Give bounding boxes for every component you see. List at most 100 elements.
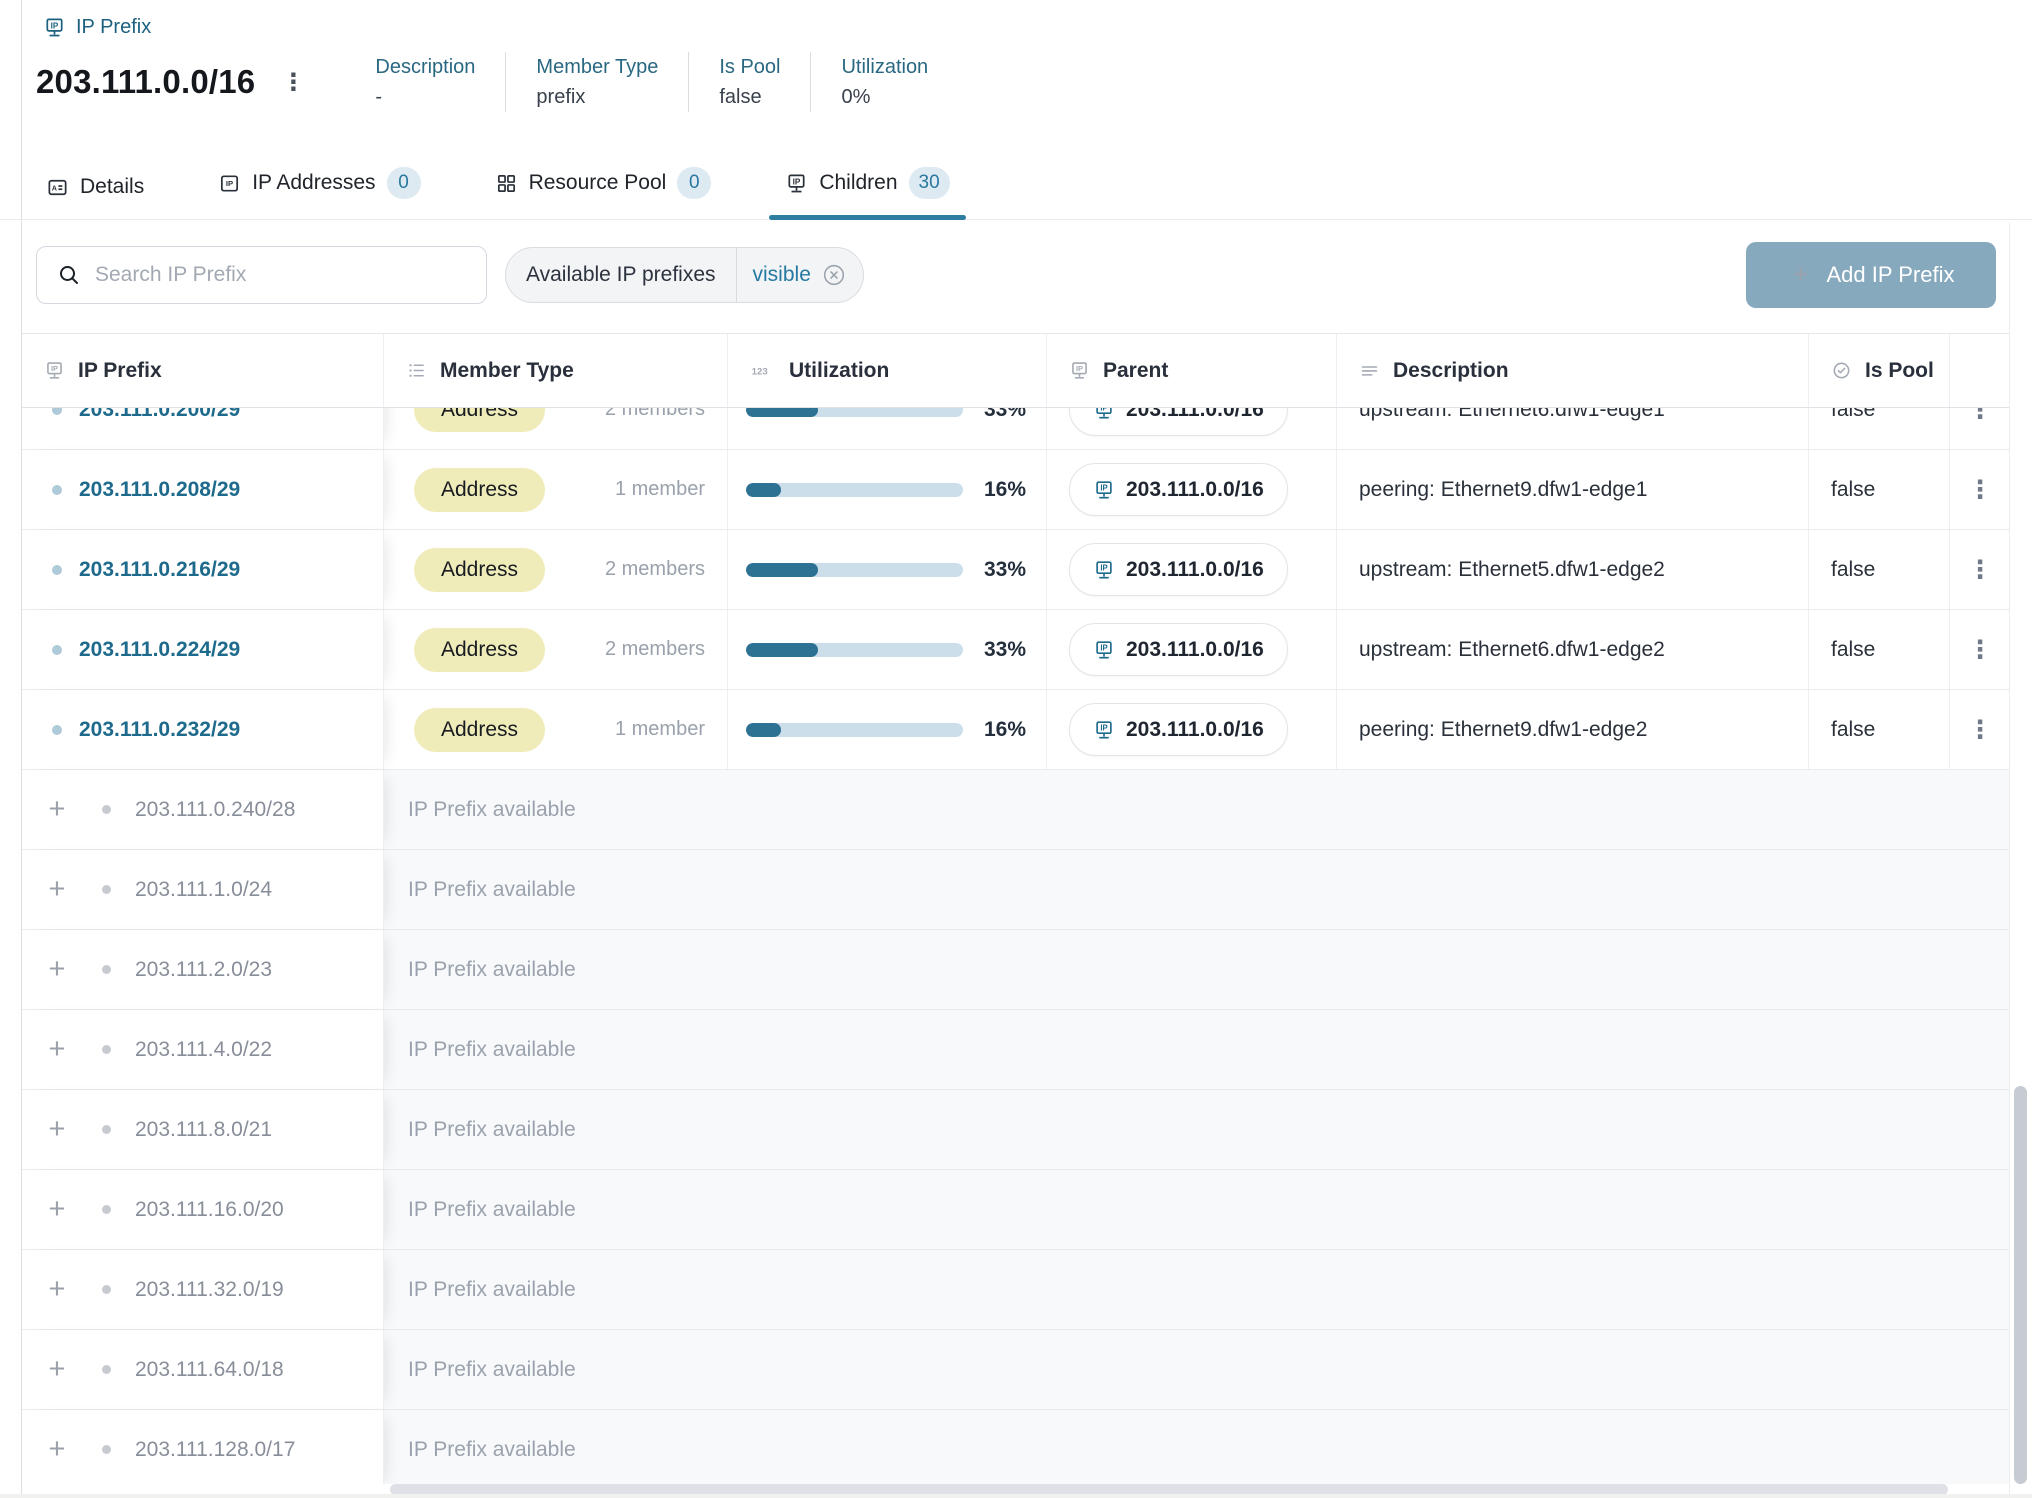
prefix-link[interactable]: 203.111.0.216/29 (79, 558, 240, 582)
row-menu-button[interactable]: ⋮ (1968, 408, 1993, 422)
member-count: 2 members (605, 558, 705, 581)
circle-x-icon[interactable] (821, 262, 847, 288)
column-label: Member Type (440, 359, 574, 383)
prefix-link[interactable]: 203.111.0.200/29 (79, 408, 240, 422)
svg-text:123: 123 (752, 366, 768, 377)
vertical-scrollbar-thumb[interactable] (2014, 1086, 2027, 1484)
prefix-link[interactable]: 203.111.0.232/29 (79, 718, 240, 742)
table-row: 203.111.0.208/29Address1 member16%203.11… (22, 450, 2010, 530)
meta-description: Description - (345, 52, 505, 112)
description-text: peering: Ethernet9.dfw1-edge1 (1359, 478, 1647, 502)
add-available-prefix-button[interactable]: + (44, 795, 70, 824)
is-pool-cell: false (1809, 450, 1950, 529)
is-pool-cell: false (1809, 610, 1950, 689)
actions-cell: ⋮ (1950, 610, 2010, 689)
available-prefix-label: 203.111.32.0/19 (135, 1278, 284, 1302)
title-menu-button[interactable]: ⋮ (281, 70, 305, 94)
add-available-prefix-button[interactable]: + (44, 1195, 70, 1224)
parent-link[interactable]: 203.111.0.0/16 (1069, 463, 1288, 516)
prefix-cell: +203.111.8.0/21 (22, 1090, 384, 1169)
ip-address-icon: IP (218, 172, 241, 195)
check-circle-icon (1831, 360, 1852, 381)
prefix-cell: +203.111.16.0/20 (22, 1170, 384, 1249)
parent-cell: 203.111.0.0/16 (1047, 450, 1337, 529)
member-count: 2 members (605, 638, 705, 661)
filter-chip[interactable]: Available IP prefixes visible (505, 247, 864, 303)
add-ip-prefix-button[interactable]: + Add IP Prefix (1746, 242, 1996, 308)
tab-resource-pool[interactable]: Resource Pool 0 (479, 167, 728, 219)
table-row: +203.111.1.0/24IP Prefix available (22, 850, 2010, 930)
column-header-ip-prefix[interactable]: IP Prefix (22, 334, 384, 407)
add-available-prefix-button[interactable]: + (44, 875, 70, 904)
available-prefix-label: 203.111.16.0/20 (135, 1198, 284, 1222)
search-input[interactable] (95, 263, 470, 287)
tab-count-badge: 0 (387, 167, 421, 199)
add-available-prefix-button[interactable]: + (44, 1355, 70, 1384)
bullet-icon (52, 565, 62, 575)
tab-details[interactable]: A Details (30, 175, 160, 219)
available-cell: IP Prefix available (384, 850, 2010, 929)
filter-chip-value: visible (753, 263, 811, 287)
column-header-member-type[interactable]: Member Type (384, 334, 728, 407)
bullet-icon (52, 485, 62, 495)
add-available-prefix-button[interactable]: + (44, 955, 70, 984)
available-cell: IP Prefix available (384, 930, 2010, 1009)
member-count: 2 members (605, 408, 705, 421)
parent-prefix-label: 203.111.0.0/16 (1126, 478, 1264, 502)
available-prefix-label: 203.111.0.240/28 (135, 798, 295, 822)
available-label: IP Prefix available (408, 1118, 576, 1142)
bullet-icon (102, 965, 111, 974)
row-menu-button[interactable]: ⋮ (1968, 477, 1993, 502)
description-cell: upstream: Ethernet6.dfw1-edge1 (1337, 408, 1809, 449)
column-header-description[interactable]: Description (1337, 334, 1809, 407)
add-ip-prefix-label: Add IP Prefix (1827, 262, 1955, 288)
table-row: +203.111.8.0/21 IP Prefix available (22, 1090, 2010, 1170)
is-pool-value: false (1831, 478, 1875, 502)
prefix-cell: +203.111.128.0/17 (22, 1410, 384, 1484)
row-menu-button[interactable]: ⋮ (1968, 557, 1993, 582)
tab-children[interactable]: Children 30 (769, 167, 965, 219)
column-header-parent[interactable]: Parent (1047, 334, 1337, 407)
utilization-bar-fill (746, 643, 818, 657)
tab-label: Resource Pool (529, 171, 667, 195)
member-type-cell: Address2 members (384, 530, 728, 609)
column-header-actions (1950, 334, 2010, 407)
is-pool-cell: false (1809, 408, 1950, 449)
utilization-bar-fill (746, 483, 781, 497)
bullet-icon (102, 1125, 111, 1134)
parent-link[interactable]: 203.111.0.0/16 (1069, 623, 1288, 676)
table-row: +203.111.0.240/28IP Prefix available (22, 770, 2010, 850)
prefix-icon (785, 172, 808, 195)
add-available-prefix-button[interactable]: + (44, 1435, 70, 1464)
add-available-prefix-button[interactable]: + (44, 1275, 70, 1304)
breadcrumb[interactable]: IP Prefix (43, 16, 151, 39)
parent-link[interactable]: 203.111.0.0/16 (1069, 703, 1288, 756)
prefix-cell: +203.111.1.0/24 (22, 850, 384, 929)
row-menu-button[interactable]: ⋮ (1968, 717, 1993, 742)
column-header-utilization[interactable]: 123 Utilization (728, 334, 1047, 407)
prefix-icon (1093, 719, 1115, 741)
available-prefix-label: 203.111.128.0/17 (135, 1438, 295, 1462)
description-text: upstream: Ethernet6.dfw1-edge2 (1359, 638, 1665, 662)
available-label: IP Prefix available (408, 958, 576, 982)
row-menu-button[interactable]: ⋮ (1968, 637, 1993, 662)
available-label: IP Prefix available (408, 1438, 576, 1462)
table-row: +203.111.32.0/19IP Prefix available (22, 1250, 2010, 1330)
table-body: 203.111.0.200/29Address2 members33%203.1… (22, 408, 2010, 1484)
parent-link[interactable]: 203.111.0.0/16 (1069, 408, 1288, 436)
member-type-badge: Address (414, 468, 545, 512)
bullet-icon (52, 408, 62, 415)
add-available-prefix-button[interactable]: + (44, 1115, 70, 1144)
utilization-cell: 16% (728, 690, 1047, 769)
table-row: +203.111.128.0/17 IP Prefix available (22, 1410, 2010, 1484)
tab-ip-addresses[interactable]: IP IP Addresses 0 (202, 167, 436, 219)
add-available-prefix-button[interactable]: + (44, 1035, 70, 1064)
prefix-link[interactable]: 203.111.0.224/29 (79, 638, 240, 662)
prefix-cell: 203.111.0.200/29 (22, 408, 384, 449)
prefix-link[interactable]: 203.111.0.208/29 (79, 478, 240, 502)
column-header-is-pool[interactable]: Is Pool (1809, 334, 1950, 407)
parent-link[interactable]: 203.111.0.0/16 (1069, 543, 1288, 596)
parent-prefix-label: 203.111.0.0/16 (1126, 638, 1264, 662)
description-text: peering: Ethernet9.dfw1-edge2 (1359, 718, 1647, 742)
prefix-icon (1069, 360, 1090, 381)
